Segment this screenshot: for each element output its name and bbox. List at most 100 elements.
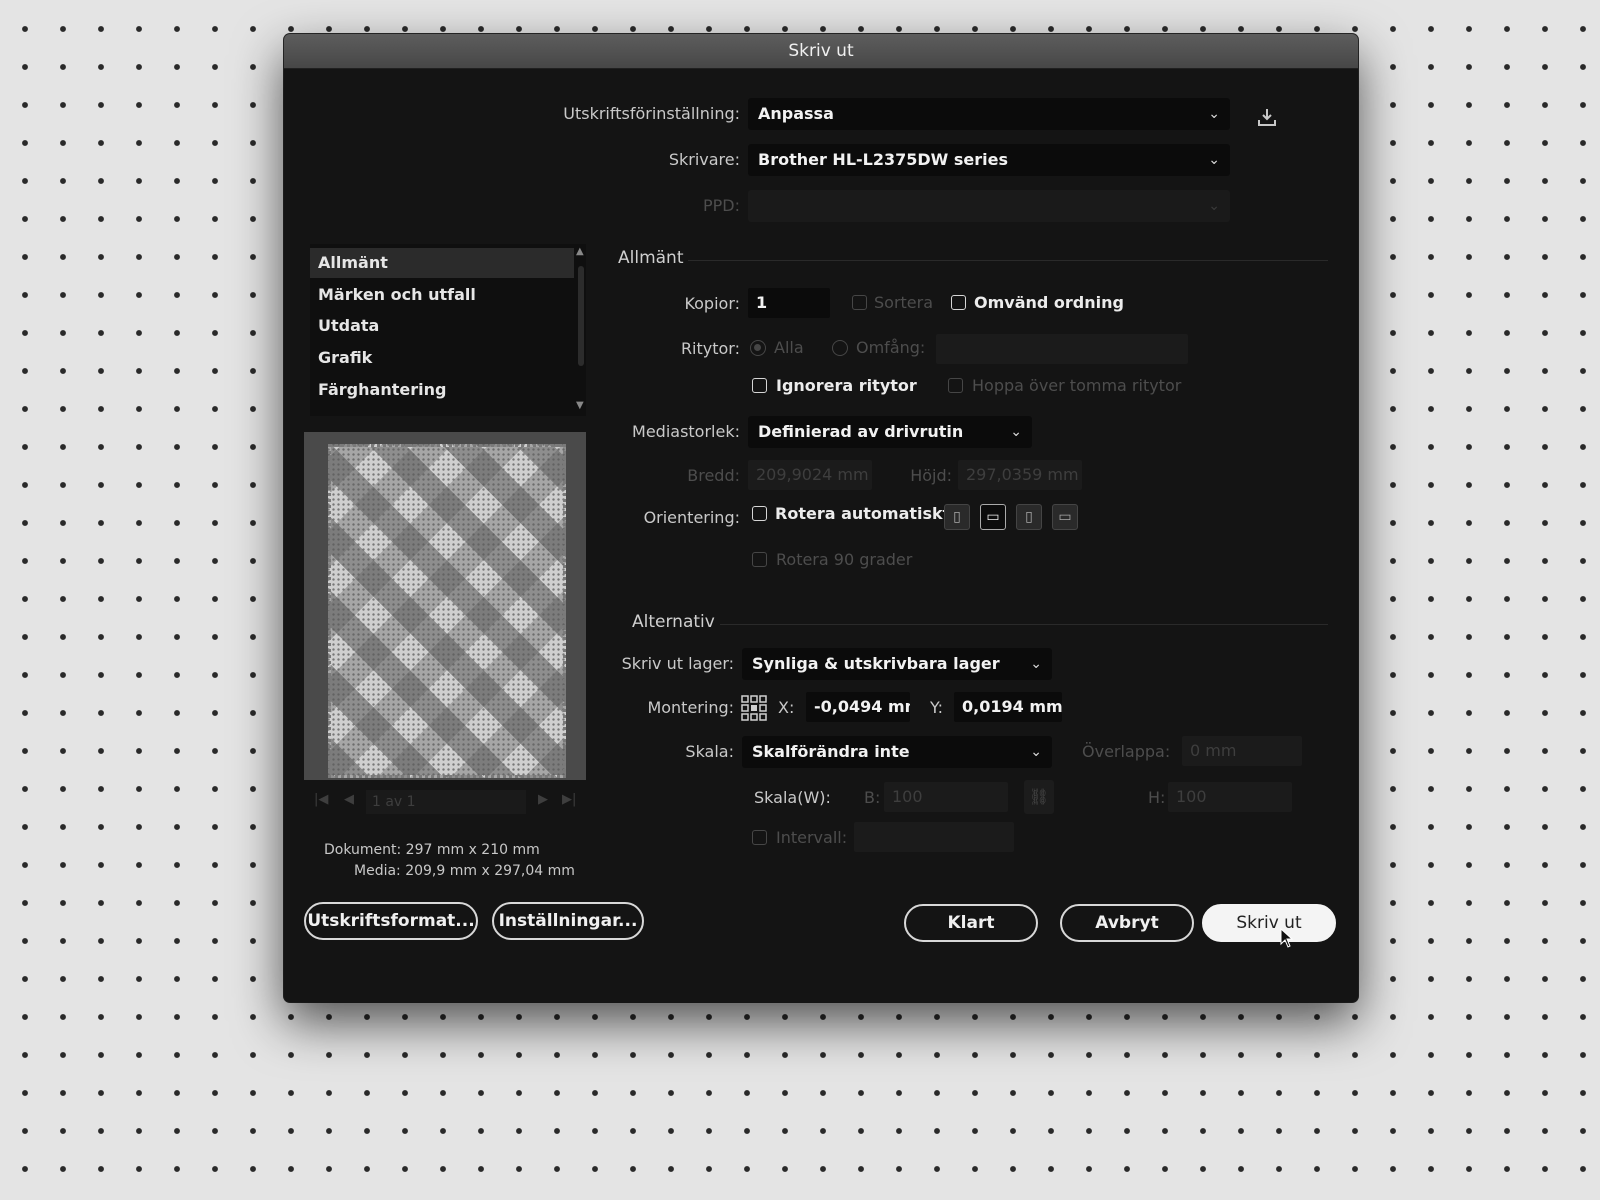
print-layers-label: Skriv ut lager: <box>621 654 734 673</box>
artboards-all-label: Alla <box>774 338 804 357</box>
print-preview[interactable] <box>304 432 586 780</box>
orientation-label: Orientering: <box>643 508 740 527</box>
preset-select[interactable]: Anpassa ⌄ <box>748 98 1230 130</box>
y-offset-input[interactable]: 0,0194 mm <box>954 692 1062 722</box>
media-size-select[interactable]: Definierad av drivrutin ⌄ <box>748 416 1032 448</box>
scale-select[interactable]: Skalförändra inte ⌄ <box>742 736 1052 768</box>
sidebar-item-marks-bleed[interactable]: Märken och utfall <box>310 280 574 310</box>
range-input <box>936 334 1188 364</box>
collate-checkbox[interactable] <box>852 295 867 310</box>
sidebar-item-output[interactable]: Utdata <box>310 311 574 341</box>
placement-grid-icon[interactable] <box>740 694 768 722</box>
mouse-cursor-icon <box>1280 927 1294 948</box>
print-dialog: Skriv ut Utskriftsförinställning: Anpass… <box>284 34 1358 1002</box>
chevron-down-icon: ⌄ <box>1030 656 1042 672</box>
media-size-label: Mediastorlek: <box>632 422 740 441</box>
printer-label: Skrivare: <box>668 150 740 169</box>
x-label: X: <box>778 698 795 717</box>
y-label: Y: <box>930 698 944 717</box>
copies-label: Kopior: <box>684 294 740 313</box>
rotate-90-checkbox[interactable] <box>752 552 767 567</box>
link-icon[interactable]: ⛓ <box>1024 780 1054 814</box>
options-heading: Alternativ <box>632 612 715 632</box>
done-button[interactable]: Klart <box>904 904 1038 942</box>
print-button[interactable]: Skriv ut <box>1202 904 1336 942</box>
prev-page-icon[interactable]: ◀ <box>344 792 354 807</box>
copies-input[interactable]: 1 <box>748 288 830 318</box>
last-page-icon[interactable]: ▶| <box>562 792 576 807</box>
width-label: Bredd: <box>687 466 740 485</box>
preset-label: Utskriftsförinställning: <box>563 104 740 123</box>
placement-label: Montering: <box>647 698 734 717</box>
interval-checkbox[interactable] <box>752 830 767 845</box>
page-setup-button[interactable]: Utskriftsformat... <box>304 902 478 940</box>
sidebar-item-color-management[interactable]: Färghantering <box>310 375 574 405</box>
scroll-down-icon[interactable]: ▼ <box>576 400 584 411</box>
chevron-down-icon: ⌄ <box>1208 198 1220 214</box>
document-size-info: Dokument: 297 mm x 210 mm <box>324 842 540 858</box>
x-offset-input[interactable]: -0,0494 mm <box>806 692 910 722</box>
chevron-down-icon: ⌄ <box>1208 106 1220 122</box>
artboards-range-label: Omfång: <box>856 338 926 357</box>
media-size-info: Media: 209,9 mm x 297,04 mm <box>354 863 575 879</box>
overlap-input: 0 mm <box>1182 736 1302 766</box>
scale-label: Skala: <box>685 742 734 761</box>
general-divider <box>688 260 1328 261</box>
chevron-down-icon: ⌄ <box>1030 744 1042 760</box>
ppd-label: PPD: <box>702 196 740 215</box>
scale-h-input: 100 <box>1168 782 1292 812</box>
preset-value: Anpassa <box>758 104 834 123</box>
artboards-range-radio[interactable] <box>832 340 848 356</box>
scale-w-label: Skala(W): <box>754 788 831 807</box>
interval-label: Intervall: <box>776 828 848 847</box>
rotate-90-label: Rotera 90 grader <box>776 550 913 569</box>
landscape-flipped-icon[interactable]: ▭ <box>1052 504 1078 530</box>
settings-button[interactable]: Inställningar... <box>492 902 644 940</box>
collate-label: Sortera <box>874 293 934 312</box>
media-size-value: Definierad av drivrutin <box>758 422 964 441</box>
h-label: H: <box>1148 788 1166 807</box>
artboards-label: Ritytor: <box>680 339 740 358</box>
cancel-button[interactable]: Avbryt <box>1060 904 1194 942</box>
auto-rotate-checkbox[interactable] <box>752 506 767 521</box>
reverse-order-checkbox[interactable] <box>951 295 966 310</box>
scale-value: Skalförändra inte <box>752 742 910 761</box>
ignore-artboards-checkbox[interactable] <box>752 378 767 393</box>
first-page-icon[interactable]: |◀ <box>314 792 328 807</box>
height-input: 297,0359 mm <box>958 460 1082 490</box>
scroll-up-icon[interactable]: ▲ <box>576 246 584 257</box>
sidebar-item-general[interactable]: Allmänt <box>310 248 574 278</box>
ppd-select: ⌄ <box>748 190 1230 222</box>
reverse-order-label: Omvänd ordning <box>974 293 1124 312</box>
page-number-field[interactable]: 1 av 1 <box>366 790 526 814</box>
width-input: 209,9024 mm <box>748 460 872 490</box>
portrait-flipped-icon[interactable]: ▯ <box>1016 504 1042 530</box>
skip-blank-checkbox[interactable] <box>948 378 963 393</box>
skip-blank-label: Hoppa över tomma ritytor <box>972 376 1182 395</box>
printer-value: Brother HL-L2375DW series <box>758 150 1009 169</box>
general-heading: Allmänt <box>618 248 684 268</box>
print-layers-value: Synliga & utskrivbara lager <box>752 654 1000 673</box>
category-list: Allmänt Märken och utfall Utdata Grafik … <box>310 244 586 416</box>
height-label: Höjd: <box>910 466 952 485</box>
printer-select[interactable]: Brother HL-L2375DW series ⌄ <box>748 144 1230 176</box>
next-page-icon[interactable]: ▶ <box>538 792 548 807</box>
auto-rotate-label: Rotera automatiskt <box>775 504 951 523</box>
save-preset-icon[interactable] <box>1256 106 1278 128</box>
dialog-title: Skriv ut <box>284 34 1358 69</box>
print-layers-select[interactable]: Synliga & utskrivbara lager ⌄ <box>742 648 1052 680</box>
options-divider <box>720 624 1328 625</box>
ignore-artboards-label: Ignorera ritytor <box>776 376 917 395</box>
portrait-icon[interactable]: ▯ <box>944 504 970 530</box>
landscape-icon[interactable]: ▭ <box>980 504 1006 530</box>
scale-b-input: 100 <box>884 782 1008 812</box>
preview-navigation: |◀ ◀ 1 av 1 ▶ ▶| <box>310 790 586 816</box>
b-label: B: <box>864 788 881 807</box>
overlap-label: Överlappa: <box>1082 742 1171 761</box>
interval-input <box>854 822 1014 852</box>
sidebar-item-graphics[interactable]: Grafik <box>310 343 574 373</box>
preview-page <box>328 444 566 778</box>
artboards-all-radio[interactable] <box>750 340 766 356</box>
chevron-down-icon: ⌄ <box>1010 424 1022 440</box>
chevron-down-icon: ⌄ <box>1208 152 1220 168</box>
